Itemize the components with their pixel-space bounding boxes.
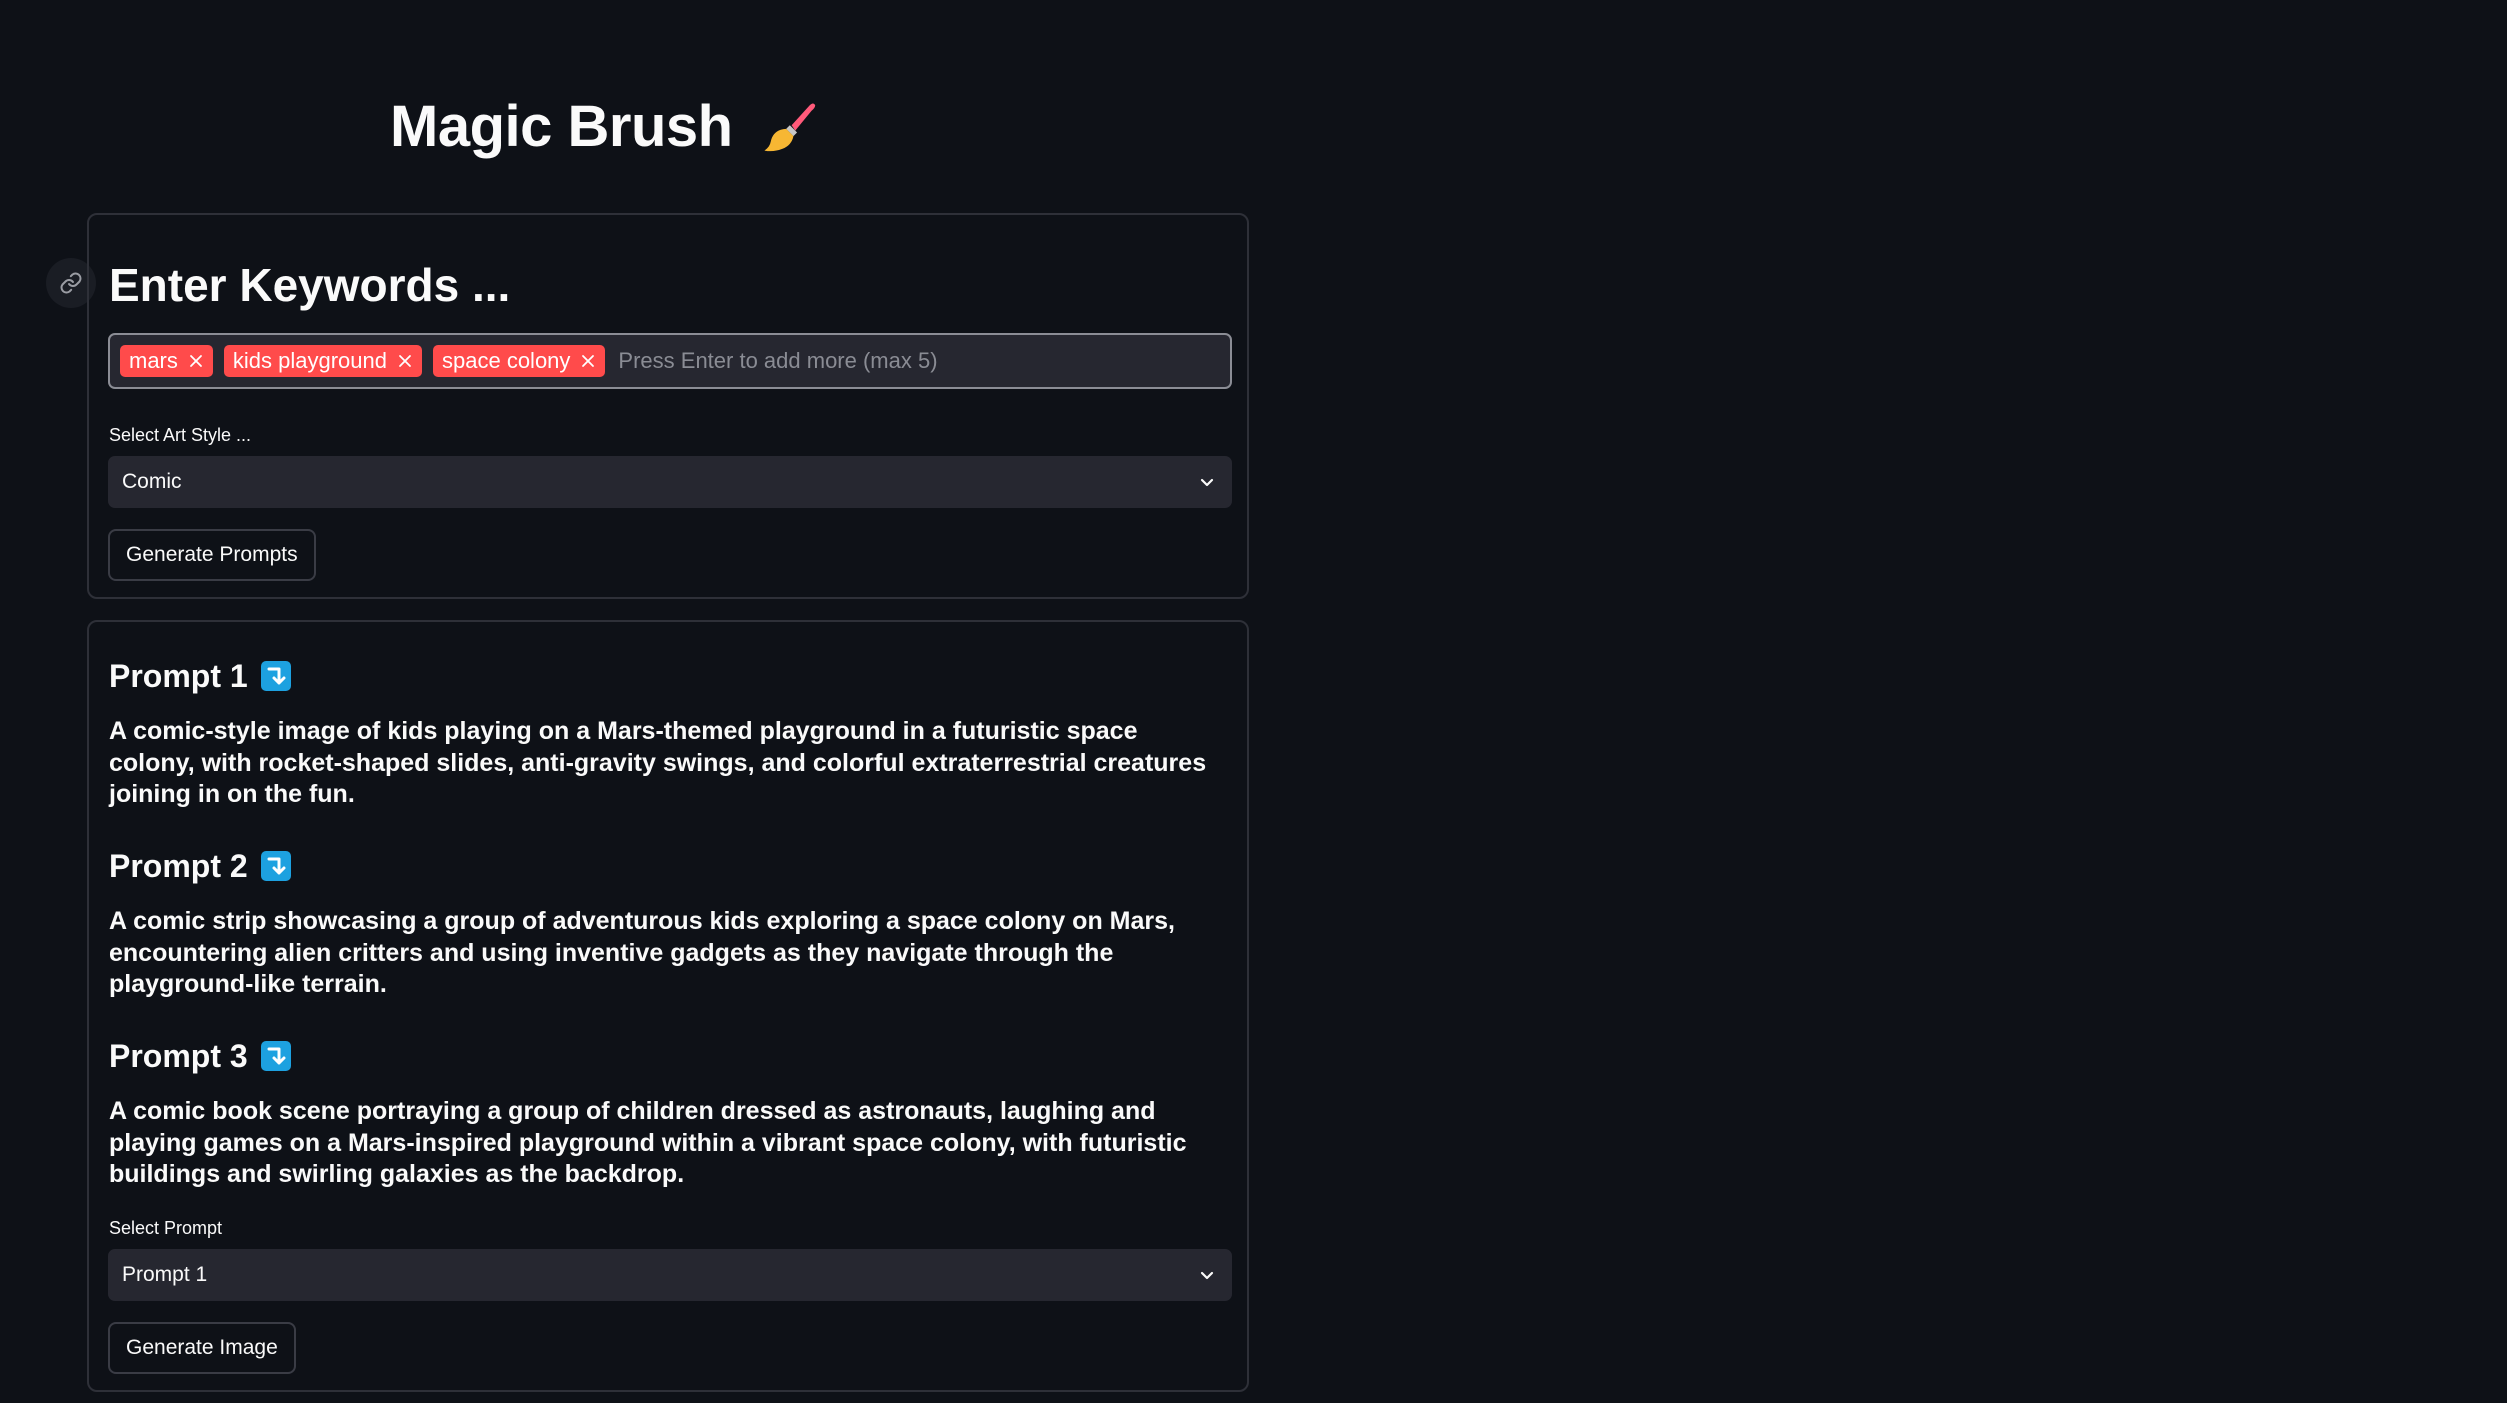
close-icon[interactable] [188, 353, 204, 369]
art-style-value: Comic [122, 470, 182, 493]
chevron-down-icon [1200, 1271, 1214, 1280]
select-prompt-label: Select Prompt [109, 1218, 223, 1238]
close-icon[interactable] [580, 353, 596, 369]
app-title: Magic Brush [390, 88, 817, 166]
select-prompt-value: Prompt 1 [122, 1263, 208, 1286]
keyword-tag: space colony [433, 345, 606, 377]
close-icon[interactable] [397, 353, 413, 369]
prompt-heading: Prompt 2 [109, 844, 292, 888]
app-page: Magic Brush Enter Keywords ... mars kids… [0, 0, 2507, 1403]
art-style-label: Select Art Style ... [109, 425, 252, 445]
arrow-down-icon [260, 1041, 291, 1071]
app-title-text: Magic Brush [390, 94, 733, 159]
prompt-text: A comic-style image of kids playing on a… [109, 717, 1207, 808]
arrow-down-icon [260, 661, 291, 691]
prompt-title: Prompt 1 [109, 658, 248, 694]
keyword-tag: kids playground [223, 345, 422, 377]
prompt-text: A comic strip showcasing a group of adve… [109, 907, 1175, 998]
prompt-heading: Prompt 1 [109, 654, 292, 698]
keywords-input-placeholder[interactable]: Press Enter to add more (max 5) [618, 348, 937, 374]
keyword-tag-label: mars [129, 348, 178, 373]
keyword-tag-label: kids playground [232, 348, 387, 373]
prompt-title: Prompt 2 [109, 848, 248, 884]
prompts-card: Prompt 1 A comic-style image of kids pla… [87, 620, 1249, 1392]
prompt-heading: Prompt 3 [109, 1034, 292, 1078]
art-style-select[interactable]: Comic [108, 456, 1232, 508]
chevron-down-icon [1200, 478, 1214, 487]
generate-image-button[interactable]: Generate Image [108, 1322, 296, 1374]
keyword-tag: mars [120, 345, 213, 377]
paintbrush-icon [764, 103, 815, 152]
prompt-title: Prompt 3 [109, 1038, 248, 1074]
keywords-heading: Enter Keywords ... [109, 259, 511, 311]
prompt-text: A comic book scene portraying a group of… [109, 1097, 1187, 1188]
select-prompt-dropdown[interactable]: Prompt 1 [108, 1249, 1232, 1301]
arrow-down-icon [260, 851, 291, 881]
keywords-tag-input[interactable]: mars kids playground space colony Press … [108, 333, 1232, 389]
generate-prompts-button[interactable]: Generate Prompts [108, 529, 316, 581]
keyword-tag-label: space colony [442, 348, 571, 373]
keywords-card: Enter Keywords ... mars kids playground … [87, 213, 1249, 599]
